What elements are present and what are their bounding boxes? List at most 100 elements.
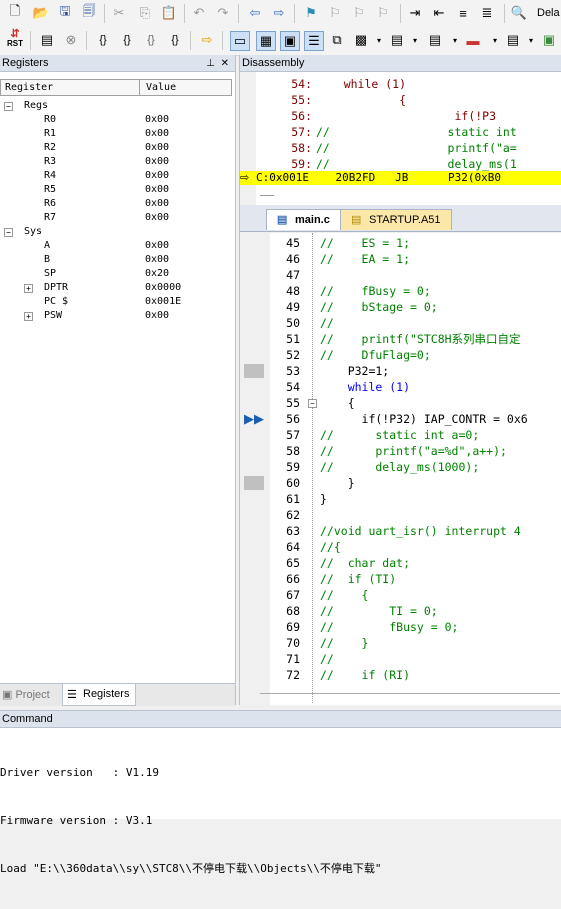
- unindent-icon[interactable]: ⇤: [430, 4, 448, 22]
- register-row[interactable]: PC $ 0x001E: [0, 295, 232, 309]
- register-value[interactable]: 0x00: [145, 155, 169, 169]
- code-line[interactable]: 63 //void uart_isr() interrupt 4: [240, 523, 561, 539]
- close-icon[interactable]: ✕: [221, 55, 229, 72]
- code-line[interactable]: 48 // fBusy = 0;: [240, 283, 561, 299]
- register-value[interactable]: 0x00: [145, 113, 169, 127]
- code-line[interactable]: 50 //: [240, 315, 561, 331]
- run-icon[interactable]: ▤: [38, 31, 56, 49]
- register-row[interactable]: R7 0x00: [0, 211, 232, 225]
- register-value[interactable]: 0x20: [145, 267, 169, 281]
- chevron-down-icon[interactable]: ▾: [522, 31, 540, 49]
- register-value[interactable]: 0x00: [145, 197, 169, 211]
- code-line[interactable]: 53 P32=1;: [240, 363, 561, 379]
- chevron-down-icon[interactable]: ▾: [406, 31, 424, 49]
- uncomment-icon[interactable]: ≣: [478, 4, 496, 22]
- save-icon[interactable]: 🖫: [56, 3, 74, 22]
- disassembly-line[interactable]: 59: // delay_ms(1: [256, 156, 517, 172]
- comment-icon[interactable]: ≡: [454, 4, 472, 22]
- next-bookmark-icon[interactable]: ⚐: [350, 4, 368, 22]
- clear-bookmarks-icon[interactable]: ⚐: [374, 4, 392, 22]
- target-dropdown[interactable]: Dela: [537, 7, 560, 19]
- executable-line-marker[interactable]: [244, 364, 264, 378]
- prev-bookmark-icon[interactable]: ⚐: [326, 4, 344, 22]
- disassembly-line[interactable]: 55: {: [256, 92, 406, 108]
- command-window-icon[interactable]: ▭: [230, 31, 250, 51]
- watch-window-icon[interactable]: ▩: [352, 31, 370, 49]
- register-row[interactable]: SP 0x20: [0, 267, 232, 281]
- code-line[interactable]: 69 // fBusy = 0;: [240, 619, 561, 635]
- register-row[interactable]: R1 0x00: [0, 127, 232, 141]
- copy-icon[interactable]: ⎘: [136, 4, 154, 22]
- tab-project[interactable]: ▣ Project: [2, 688, 50, 701]
- code-line[interactable]: 59 // delay_ms(1000);: [240, 459, 561, 475]
- code-line[interactable]: 58 // printf("a=%d",a++);: [240, 443, 561, 459]
- disassembly-line[interactable]: 54: while (1): [256, 76, 406, 92]
- tab-main-c[interactable]: ▤ main.c: [266, 209, 341, 230]
- code-line[interactable]: 72 // if (RI): [240, 667, 561, 683]
- column-value[interactable]: Value: [146, 82, 176, 93]
- disassembly-line[interactable]: 57: // static int: [256, 124, 517, 140]
- pin-icon[interactable]: ⊥: [206, 55, 215, 72]
- fold-collapse-icon[interactable]: −: [308, 399, 317, 408]
- register-row[interactable]: R0 0x00: [0, 113, 232, 127]
- register-row[interactable]: R5 0x00: [0, 183, 232, 197]
- code-line[interactable]: 64 //{: [240, 539, 561, 555]
- code-line[interactable]: 65 // char dat;: [240, 555, 561, 571]
- register-row[interactable]: − Sys: [0, 225, 232, 239]
- register-value[interactable]: 0x00: [145, 183, 169, 197]
- collapse-icon[interactable]: −: [4, 102, 13, 111]
- disassembly-line[interactable]: 56: if(!P3: [256, 108, 496, 124]
- code-line[interactable]: 49 // bStage = 0;: [240, 299, 561, 315]
- register-value[interactable]: 0x0000: [145, 281, 181, 295]
- stop-icon[interactable]: ⊗: [62, 31, 80, 49]
- code-line[interactable]: 70 // }: [240, 635, 561, 651]
- register-row[interactable]: B 0x00: [0, 253, 232, 267]
- undo-icon[interactable]: ↶: [190, 4, 208, 22]
- code-line[interactable]: 57 // static int a=0;: [240, 427, 561, 443]
- disassembly-window-icon[interactable]: ▦: [256, 31, 276, 51]
- code-line[interactable]: 54 while (1): [240, 379, 561, 395]
- code-line[interactable]: 56 if(!P32) IAP_CONTR = 0x6: [240, 411, 561, 427]
- code-view[interactable]: 45 // ES = 1; 46 // EA = 1; 47 48 // fBusy = 0…: [240, 233, 561, 705]
- cut-icon[interactable]: ✂: [110, 4, 128, 22]
- editor-hscroll[interactable]: [246, 688, 561, 700]
- run-to-cursor-icon[interactable]: {}: [166, 31, 184, 49]
- nav-forward-icon[interactable]: ⇨: [270, 4, 288, 22]
- register-row[interactable]: R3 0x00: [0, 155, 232, 169]
- redo-icon[interactable]: ↷: [214, 4, 232, 22]
- disassembly-line[interactable]: 58: // printf("a=: [256, 140, 517, 156]
- code-line[interactable]: 68 // TI = 0;: [240, 603, 561, 619]
- call-stack-window-icon[interactable]: ⧉: [328, 31, 346, 49]
- code-line[interactable]: 67 // {: [240, 587, 561, 603]
- paste-icon[interactable]: 📋: [160, 4, 178, 22]
- bookmark-icon[interactable]: ⚑: [302, 4, 320, 22]
- code-line[interactable]: 66 // if (TI): [240, 571, 561, 587]
- code-line[interactable]: 45 // ES = 1;: [240, 235, 561, 251]
- disassembly-hscroll[interactable]: [260, 195, 274, 196]
- expand-icon[interactable]: +: [24, 312, 33, 321]
- analysis-window-icon[interactable]: ▬: [464, 31, 482, 49]
- register-value[interactable]: 0x00: [145, 141, 169, 155]
- open-folder-icon[interactable]: 📂: [32, 4, 50, 22]
- collapse-icon[interactable]: −: [4, 228, 13, 237]
- step-into-icon[interactable]: {}: [94, 31, 112, 49]
- chevron-down-icon[interactable]: ▾: [370, 31, 388, 49]
- save-all-icon[interactable]: 🗐: [80, 3, 98, 22]
- executable-line-marker[interactable]: [244, 476, 264, 490]
- system-viewer-icon[interactable]: ▣: [540, 31, 558, 49]
- register-row[interactable]: R6 0x00: [0, 197, 232, 211]
- register-row[interactable]: − Regs: [0, 99, 232, 113]
- register-row[interactable]: R4 0x00: [0, 169, 232, 183]
- code-line[interactable]: 71 //: [240, 651, 561, 667]
- register-row[interactable]: + DPTR 0x0000: [0, 281, 232, 295]
- step-over-icon[interactable]: {}: [118, 31, 136, 49]
- indent-icon[interactable]: ⇥: [406, 4, 424, 22]
- expand-icon[interactable]: +: [24, 284, 33, 293]
- tab-registers[interactable]: ☰ Registers: [62, 684, 136, 706]
- code-line[interactable]: 51 // printf("STC8H系列串口自定: [240, 331, 561, 347]
- code-line[interactable]: 60 }: [240, 475, 561, 491]
- register-value[interactable]: 0x00: [145, 309, 169, 323]
- registers-window-icon[interactable]: ☰: [304, 31, 324, 51]
- nav-back-icon[interactable]: ⇦: [246, 4, 264, 22]
- tab-startup[interactable]: ▤ STARTUP.A51: [340, 209, 452, 230]
